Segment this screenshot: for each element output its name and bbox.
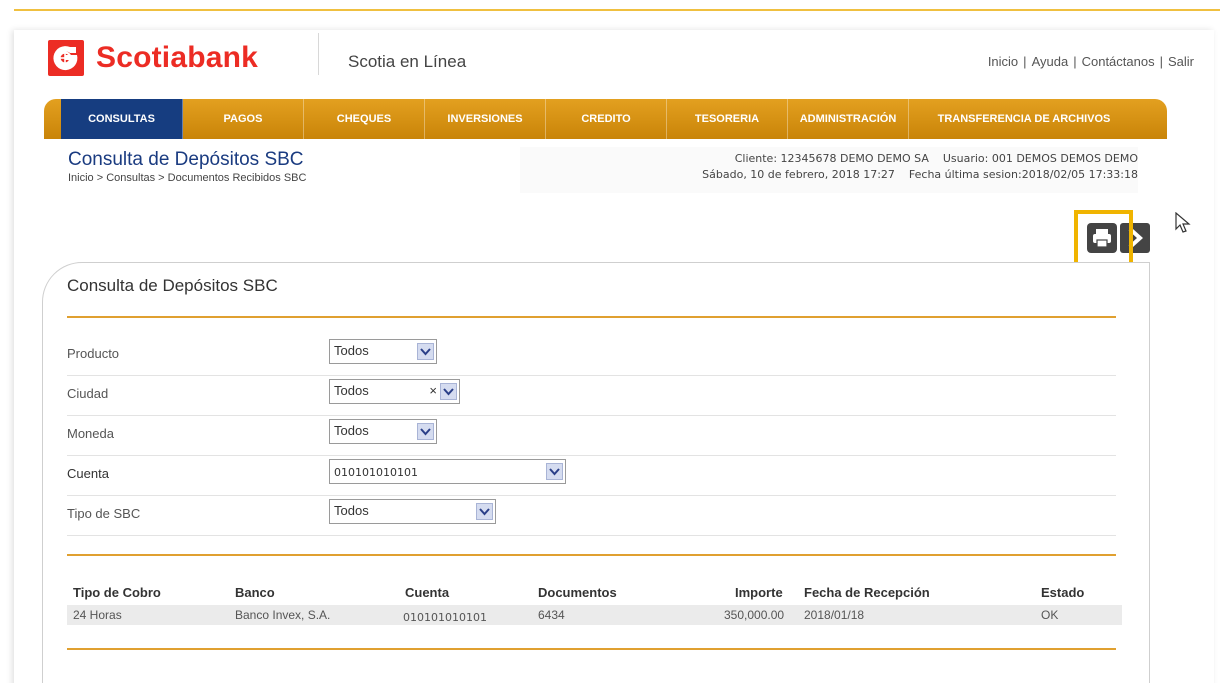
breadcrumb: Inicio > Consultas > Documentos Recibido… (68, 172, 306, 184)
clear-icon[interactable]: × (429, 383, 437, 398)
cuenta-label: Cuenta (67, 466, 109, 481)
scotiabank-logo-icon (48, 40, 84, 76)
form-row-tipo-sbc: Tipo de SBC Todos (67, 496, 1116, 536)
link-separator: | (1073, 54, 1077, 69)
chevron-down-icon (476, 503, 493, 520)
producto-value: Todos (334, 343, 369, 358)
link-inicio[interactable]: Inicio (988, 54, 1018, 69)
nav-item-credito[interactable]: CREDITO (546, 99, 667, 139)
tipo-sbc-label: Tipo de SBC (67, 506, 141, 521)
moneda-label: Moneda (67, 426, 114, 441)
chevron-down-icon (417, 423, 434, 440)
top-rule (14, 9, 1220, 11)
form-row-moneda: Moneda Todos (67, 416, 1116, 456)
print-highlight-box (1074, 210, 1133, 268)
column-header-cuenta: Cuenta (405, 585, 450, 600)
nav-item-transferencia[interactable]: TRANSFERENCIA DE ARCHIVOS (909, 99, 1139, 139)
link-contactanos[interactable]: Contáctanos (1082, 54, 1155, 69)
tipo-sbc-select[interactable]: Todos (329, 499, 496, 524)
header-divider (318, 33, 319, 75)
session-line: Sábado, 10 de febrero, 2018 17:27 Fecha … (702, 168, 1138, 181)
page-title: Consulta de Depósitos SBC (68, 149, 304, 170)
panel-title: Consulta de Depósitos SBC (67, 276, 278, 295)
column-header-fecha: Fecha de Recepción (804, 585, 930, 600)
column-header-documentos: Documentos (538, 585, 617, 600)
client-line: Cliente: 12345678 DEMO DEMO SA Usuario: … (734, 152, 1138, 165)
cell-cuenta: 010101010101 (403, 611, 487, 624)
cell-importe: 350,000.00 (724, 608, 785, 622)
table-row[interactable] (67, 605, 1122, 625)
cell-banco: Banco Invex, S.A. (235, 608, 331, 622)
panel-divider-middle (67, 554, 1116, 556)
cell-estado: OK (1041, 608, 1059, 622)
form-row-ciudad: Ciudad Todos × (67, 376, 1116, 416)
producto-label: Producto (67, 346, 120, 361)
form-row-producto: Producto Todos (67, 336, 1116, 376)
ciudad-label: Ciudad (67, 386, 109, 401)
link-ayuda[interactable]: Ayuda (1032, 54, 1069, 69)
link-separator: | (1159, 54, 1163, 69)
nav-item-inversiones[interactable]: INVERSIONES (425, 99, 546, 139)
tipo-sbc-value: Todos (334, 503, 369, 518)
nav-item-administracion[interactable]: ADMINISTRACIÓN (788, 99, 909, 139)
mouse-cursor-icon (1175, 211, 1191, 239)
brand-name: Scotiabank (96, 41, 259, 74)
panel-divider-bottom (67, 648, 1116, 650)
app-name: Scotia en Línea (348, 52, 467, 71)
column-header-tipo-cobro: Tipo de Cobro (73, 585, 161, 600)
nav-item-tesoreria[interactable]: TESORERIA (667, 99, 788, 139)
cell-documentos: 6434 (538, 608, 565, 622)
producto-select[interactable]: Todos (329, 339, 437, 364)
column-header-importe: Importe (735, 585, 783, 600)
cuenta-select[interactable]: 010101010101 (329, 459, 566, 484)
link-salir[interactable]: Salir (1168, 54, 1194, 69)
cell-tipo-cobro: 24 Horas (73, 608, 122, 622)
main-nav: CONSULTAS PAGOS CHEQUES INVERSIONES CRED… (44, 99, 1167, 139)
breadcrumb-current: Documentos Recibidos SBC (167, 172, 307, 184)
chevron-down-icon (546, 463, 563, 480)
nav-item-consultas[interactable]: CONSULTAS (61, 99, 183, 139)
breadcrumb-path[interactable]: Inicio > Consultas > (68, 172, 168, 184)
column-header-banco: Banco (235, 585, 275, 600)
chevron-down-icon (417, 343, 434, 360)
cuenta-value: 010101010101 (334, 466, 418, 479)
column-header-estado: Estado (1041, 585, 1085, 600)
chevron-down-icon (440, 383, 457, 400)
panel-divider-top (67, 316, 1116, 318)
cell-fecha: 2018/01/18 (804, 608, 865, 622)
form-row-cuenta: Cuenta 010101010101 (67, 456, 1116, 496)
ciudad-value: Todos (334, 383, 369, 398)
link-separator: | (1023, 54, 1027, 69)
ciudad-select[interactable]: Todos × (329, 379, 460, 404)
nav-item-cheques[interactable]: CHEQUES (304, 99, 425, 139)
nav-item-pagos[interactable]: PAGOS (183, 99, 304, 139)
client-info: Cliente: 12345678 DEMO DEMO SA Usuario: … (520, 147, 1138, 193)
brand-logo[interactable]: Scotiabank (48, 37, 258, 79)
top-links: Inicio | Ayuda | Contáctanos | Salir (988, 54, 1194, 69)
moneda-value: Todos (334, 423, 369, 438)
moneda-select[interactable]: Todos (329, 419, 437, 444)
